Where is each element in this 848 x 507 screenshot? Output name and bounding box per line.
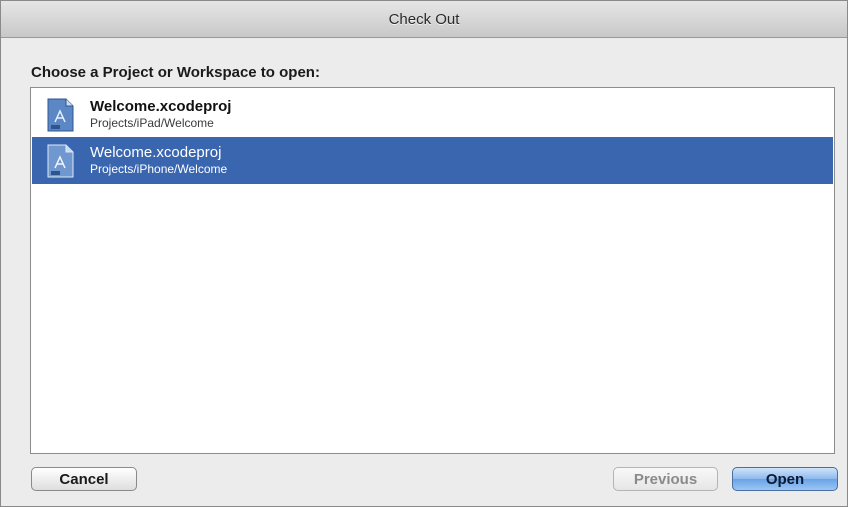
list-item-selected[interactable]: Welcome.xcodeproj Projects/iPhone/Welcom…	[32, 137, 833, 184]
xcodeproj-file-icon	[47, 98, 74, 132]
check-out-dialog: Check Out Choose a Project or Workspace …	[0, 0, 848, 507]
title-bar[interactable]: Check Out	[1, 1, 847, 38]
item-path: Projects/iPhone/Welcome	[90, 162, 228, 176]
prompt-label: Choose a Project or Workspace to open:	[31, 64, 320, 81]
list-item[interactable]: Welcome.xcodeproj Projects/iPad/Welcome	[32, 91, 833, 138]
project-list[interactable]: Welcome.xcodeproj Projects/iPad/Welcome …	[30, 87, 835, 454]
item-name: Welcome.xcodeproj	[90, 144, 222, 161]
item-name: Welcome.xcodeproj	[90, 98, 232, 115]
window-title: Check Out	[388, 10, 460, 28]
previous-button[interactable]: Previous	[613, 467, 718, 491]
open-button[interactable]: Open	[732, 467, 838, 491]
item-path: Projects/iPad/Welcome	[90, 116, 214, 130]
cancel-button[interactable]: Cancel	[31, 467, 137, 491]
xcodeproj-file-icon	[47, 144, 74, 178]
